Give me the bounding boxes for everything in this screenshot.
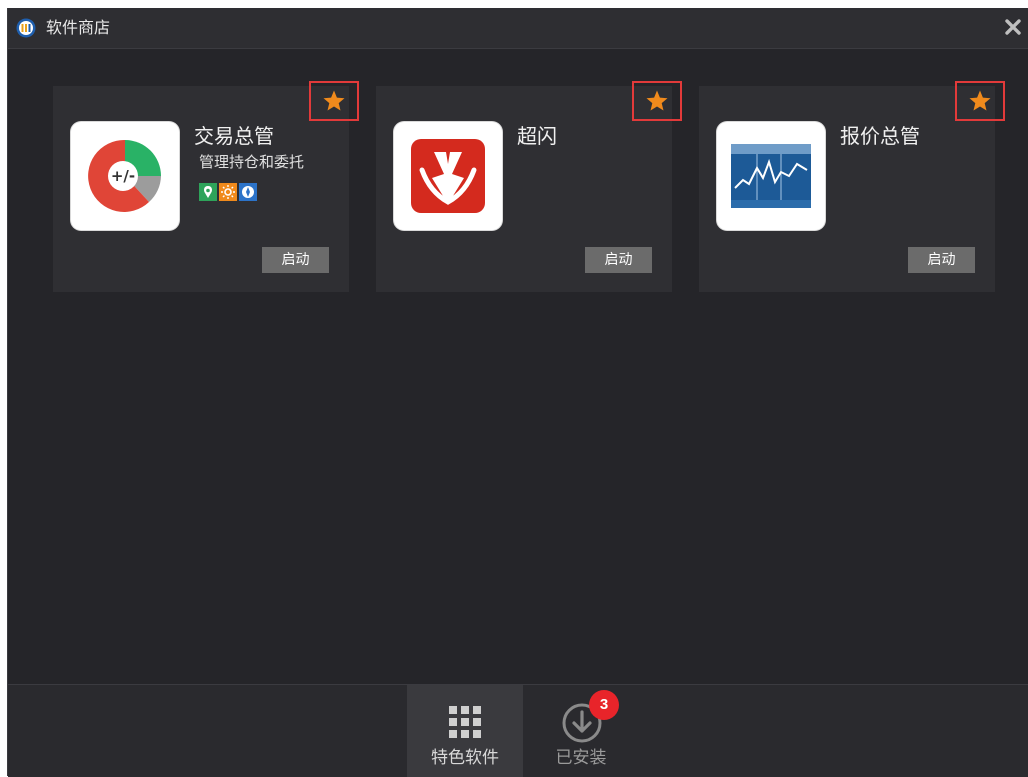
app-card-chaoshan[interactable]: 超闪 启动 bbox=[376, 81, 682, 292]
tab-featured-software[interactable]: 特色软件 bbox=[407, 685, 523, 777]
app-card-quote-manager[interactable]: 报价总管 启动 bbox=[699, 81, 1005, 292]
star-icon bbox=[646, 90, 668, 111]
title-bar: 软件商店 bbox=[8, 8, 1028, 49]
lightning-download-icon[interactable] bbox=[394, 122, 502, 230]
star-icon bbox=[323, 90, 345, 111]
tag-blue-icon bbox=[239, 183, 257, 201]
app-tags bbox=[199, 183, 257, 201]
app-card-trade-manager[interactable]: +/- 交易总管 管理持仓和委托 启动 bbox=[53, 81, 359, 292]
close-button[interactable] bbox=[1000, 14, 1026, 40]
svg-text:+/-: +/- bbox=[111, 167, 135, 185]
launch-button[interactable]: 启动 bbox=[908, 247, 975, 273]
tab-label: 已安装 bbox=[555, 748, 607, 768]
software-store-window: 软件商店 +/- 交易总管 管理持仓和委托 启动 超闪 启动 报价总管 启动 特… bbox=[7, 8, 1028, 777]
quote-chart-icon[interactable] bbox=[717, 122, 825, 230]
app-name: 超闪 bbox=[517, 124, 557, 148]
launch-button[interactable]: 启动 bbox=[585, 247, 652, 273]
tab-installed[interactable]: 3 已安装 bbox=[523, 685, 639, 777]
launch-button[interactable]: 启动 bbox=[262, 247, 329, 273]
grid-icon bbox=[448, 705, 482, 739]
window-title: 软件商店 bbox=[46, 18, 111, 37]
favorite-button[interactable] bbox=[955, 81, 1005, 121]
app-name: 报价总管 bbox=[840, 124, 920, 148]
app-description: 管理持仓和委托 bbox=[199, 153, 305, 171]
app-store-logo-icon bbox=[16, 18, 36, 38]
bottom-tab-bar: 特色软件 3 已安装 bbox=[8, 684, 1028, 777]
installed-count-badge: 3 bbox=[589, 690, 619, 720]
tab-label: 特色软件 bbox=[431, 748, 499, 768]
close-icon bbox=[1005, 19, 1021, 35]
favorite-button[interactable] bbox=[632, 81, 682, 121]
app-name: 交易总管 bbox=[194, 124, 274, 148]
favorite-button[interactable] bbox=[309, 81, 359, 121]
trade-manager-pie-icon[interactable]: +/- bbox=[71, 122, 179, 230]
star-icon bbox=[969, 90, 991, 111]
tag-orange-icon bbox=[219, 183, 237, 201]
tag-green-icon bbox=[199, 183, 217, 201]
